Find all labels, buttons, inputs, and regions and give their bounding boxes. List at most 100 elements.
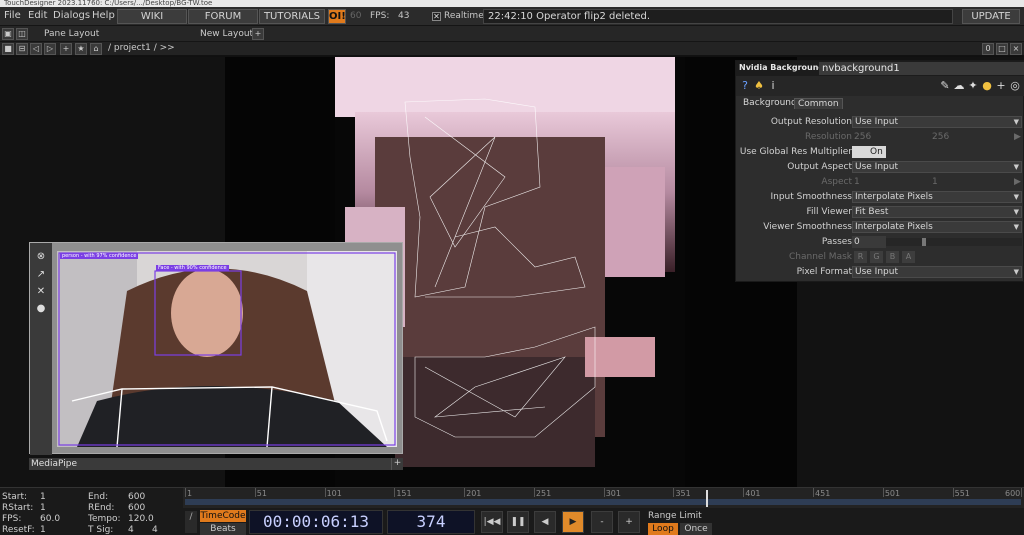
resolution-h[interactable]: 256 [932, 132, 949, 142]
node-settings-icon[interactable]: ⊗ [35, 251, 47, 263]
menu-edit[interactable]: Edit [28, 10, 47, 21]
rend-value[interactable]: 600 [128, 503, 145, 513]
step-back-button[interactable]: - [591, 511, 613, 533]
realtime-checkbox[interactable]: ✕ [432, 12, 441, 21]
new-layout-button[interactable]: New Layout [200, 28, 253, 40]
resetf-value[interactable]: 1 [40, 525, 46, 535]
ruler-tick-line [603, 488, 605, 497]
param-output-resolution: Output Resolution Use Input ▼ [736, 115, 1024, 130]
timecode-button[interactable]: TimeCode [200, 510, 246, 522]
param-resolution: Resolution 256 256 ▶ [804, 132, 1021, 142]
channel-g[interactable]: G [870, 251, 883, 263]
global-res-toggle[interactable]: On [852, 146, 886, 158]
forum-button[interactable]: FORUM [188, 9, 258, 24]
script-icon[interactable]: ● [980, 79, 994, 93]
rewind-icon[interactable]: |◀◀ [481, 511, 503, 533]
oi-button[interactable]: OI! [328, 9, 346, 24]
resolution-w[interactable]: 256 [854, 132, 871, 142]
mediapipe-node-name[interactable]: MediaPipe + [29, 458, 403, 470]
transport-menu-icon[interactable]: / [185, 511, 197, 533]
ruler-tick-label: 301 [605, 489, 621, 498]
aspect-arrow: ▶ [1014, 177, 1021, 187]
start-value[interactable]: 1 [40, 492, 46, 502]
passes-slider[interactable] [886, 238, 1022, 246]
update-button[interactable]: UPDATE [962, 9, 1020, 24]
passes-field[interactable]: 0 [852, 236, 886, 248]
tsig-b[interactable]: 4 [152, 525, 158, 535]
play-reverse-icon[interactable]: ◀ [534, 511, 556, 533]
node-expand-button[interactable]: + [391, 458, 403, 470]
end-value[interactable]: 600 [128, 492, 145, 502]
home-icon[interactable]: ⌂ [90, 43, 102, 55]
fps-value[interactable]: 60.0 [40, 514, 60, 524]
ruler-tick-label: 151 [396, 489, 412, 498]
back-icon[interactable]: ◁ [30, 43, 42, 55]
tab-background[interactable]: Background [740, 98, 800, 108]
op-name-field[interactable]: nvbackground1 [819, 62, 1024, 75]
network-icon[interactable]: ✦ [966, 79, 980, 93]
parameter-panel: Nvidia Background nvbackground1 ? ♠ i ✎ … [735, 60, 1024, 282]
pane-max-icon[interactable]: □ [996, 43, 1008, 55]
split-icon[interactable]: ⊟ [16, 43, 28, 55]
add-param-icon[interactable]: + [994, 79, 1008, 93]
channel-a[interactable]: A [902, 251, 915, 263]
add-icon[interactable]: + [60, 43, 72, 55]
bookmark-icon[interactable]: ★ [75, 43, 87, 55]
ruler-tick-label: 251 [535, 489, 552, 498]
tsig-a[interactable]: 4 [128, 525, 134, 535]
viewer-smoothness-menu[interactable]: Interpolate Pixels ▼ [852, 221, 1022, 233]
beats-button[interactable]: Beats [200, 523, 246, 535]
node-wire-icon[interactable]: ↗ [35, 269, 47, 281]
params-header: Nvidia Background nvbackground1 [736, 61, 1024, 76]
node-python-icon[interactable]: ● [35, 303, 47, 315]
channel-r[interactable]: R [854, 251, 867, 263]
layout-icon[interactable]: ▣ [2, 28, 14, 40]
menu-file[interactable]: File [4, 10, 21, 21]
aspect-y[interactable]: 1 [932, 177, 938, 187]
pixel-format-menu[interactable]: Use Input ▼ [852, 266, 1022, 278]
mediapipe-node[interactable]: ⊗ ↗ ✕ ● person - with 97% confidence Fac… [29, 242, 403, 455]
pane-menu-icon[interactable]: ■ [2, 43, 14, 55]
pane-close-icon[interactable]: × [1010, 43, 1022, 55]
timecode-display[interactable]: 00:00:06:13 [249, 510, 383, 534]
step-forward-button[interactable]: + [618, 511, 640, 533]
forward-icon[interactable]: ▷ [44, 43, 56, 55]
help-icon[interactable]: ? [738, 79, 752, 93]
loop-button[interactable]: Loop [648, 523, 678, 535]
path-bar: ■ ⊟ ◁ ▷ + ★ ⌂ / project1 / >> 0 □ × [0, 42, 1024, 56]
timeline-ruler[interactable]: 1 51 101 151 201 251 301 351 401 451 501 551 600 [183, 488, 1024, 508]
playhead[interactable] [705, 490, 708, 507]
menu-help[interactable]: Help [92, 10, 115, 21]
aspect-x[interactable]: 1 [854, 177, 860, 187]
pause-icon[interactable]: ❚❚ [507, 511, 529, 533]
input-smoothness-menu[interactable]: Interpolate Pixels ▼ [852, 191, 1022, 203]
node-bypass-icon[interactable]: ✕ [35, 286, 47, 298]
passes-slider-knob[interactable] [922, 238, 926, 246]
rstart-value[interactable]: 1 [40, 503, 46, 513]
output-aspect-menu[interactable]: Use Input ▼ [852, 161, 1022, 173]
add-layout-button[interactable]: + [252, 28, 264, 40]
once-button[interactable]: Once [680, 523, 712, 535]
channel-b[interactable]: B [886, 251, 899, 263]
time-info: Start: 1 End: 600 RStart: 1 REnd: 600 FP… [0, 488, 183, 535]
ruler-tick-line [743, 488, 745, 497]
pane-split-icon[interactable]: ◫ [16, 28, 28, 40]
edit-icon[interactable]: ✎ [938, 79, 952, 93]
output-resolution-menu[interactable]: Use Input ▼ [852, 116, 1022, 128]
target-icon[interactable]: ◎ [1008, 79, 1022, 93]
comment-icon[interactable]: ☁ [952, 79, 966, 93]
play-icon[interactable]: ▶ [562, 511, 584, 533]
info-icon[interactable]: i [766, 79, 780, 93]
fill-viewer-menu[interactable]: Fit Best ▼ [852, 206, 1022, 218]
menu-dialogs[interactable]: Dialogs [53, 10, 90, 21]
tab-common[interactable]: Common [794, 98, 843, 109]
wiki-button[interactable]: WIKI [117, 9, 187, 24]
timeline-scrub-bar[interactable] [185, 499, 1021, 505]
pane-layout-button[interactable]: Pane Layout [44, 28, 99, 40]
ruler-tick-label: 201 [466, 489, 482, 498]
python-icon[interactable]: ♠ [752, 79, 766, 93]
network-path[interactable]: / project1 / >> [108, 43, 175, 53]
tutorials-button[interactable]: TUTORIALS [259, 9, 325, 24]
frame-display[interactable]: 374 [387, 510, 475, 534]
tempo-value[interactable]: 120.0 [128, 514, 154, 524]
